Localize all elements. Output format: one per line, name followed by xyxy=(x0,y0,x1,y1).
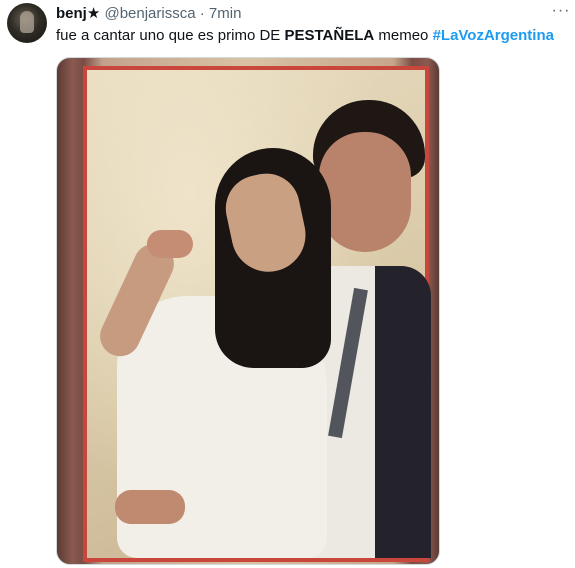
tweet-header: benj★ @benjarissca · 7min xyxy=(56,5,241,23)
tweet-text-part1: fue a cantar uno que es primo DE xyxy=(56,27,285,44)
hashtag-link[interactable]: #LaVozArgentina xyxy=(433,27,554,44)
author-handle[interactable]: @benjarissca xyxy=(104,5,195,22)
tweet-text: fue a cantar uno que es primo DE PESTAÑE… xyxy=(56,27,554,45)
photo-boy-hand xyxy=(115,490,185,524)
photo-boy-face xyxy=(319,132,411,252)
avatar[interactable] xyxy=(7,3,47,43)
tweet[interactable]: benj★ @benjarissca · 7min ··· fue a cant… xyxy=(0,0,575,568)
avatar-figure xyxy=(20,11,34,33)
photo-frame xyxy=(83,66,431,562)
tweet-text-part2: memeo xyxy=(374,27,433,44)
photo-girl-hand xyxy=(147,230,193,258)
tweet-text-bold: PESTAÑELA xyxy=(284,27,375,44)
timestamp[interactable]: 7min xyxy=(209,5,242,22)
more-options-icon[interactable]: ··· xyxy=(551,2,571,20)
tweet-photo[interactable] xyxy=(56,57,440,565)
separator: · xyxy=(199,5,205,22)
author-name[interactable]: benj★ xyxy=(56,5,100,22)
